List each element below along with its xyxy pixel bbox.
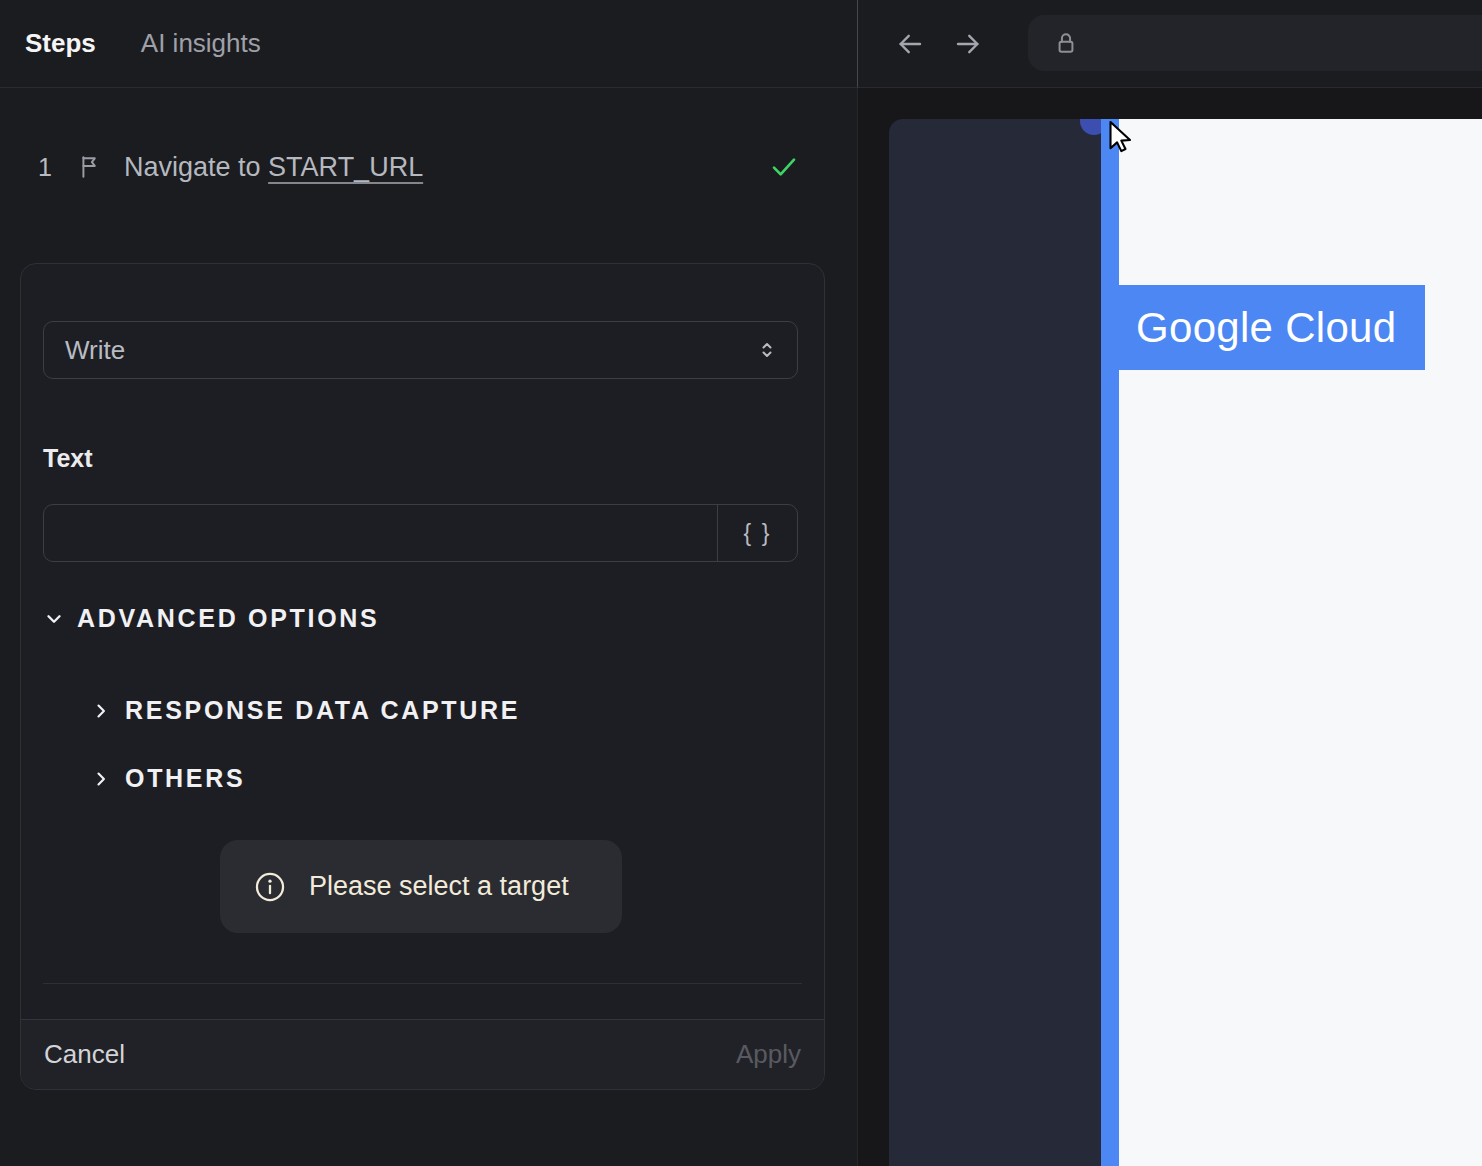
- insert-variable-button[interactable]: { }: [717, 505, 797, 561]
- chevron-updown-icon: [755, 338, 779, 362]
- tab-ai-insights[interactable]: AI insights: [141, 28, 261, 59]
- chevron-right-icon: [91, 701, 111, 721]
- check-icon: [768, 151, 800, 183]
- others-toggle[interactable]: OTHERS: [91, 764, 245, 793]
- step-number: 1: [38, 153, 70, 182]
- step-editor-card: Write Text { } ADVANCED OPTIONS RESPONSE…: [20, 263, 825, 1090]
- divider: [43, 983, 802, 984]
- flag-icon: [78, 154, 104, 180]
- notice-text: Please select a target: [309, 871, 569, 902]
- page-sidebar: [889, 119, 1101, 1166]
- action-select[interactable]: Write: [43, 321, 798, 379]
- back-icon[interactable]: [895, 29, 925, 59]
- tab-steps[interactable]: Steps: [25, 28, 96, 59]
- response-data-capture-toggle[interactable]: RESPONSE DATA CAPTURE: [91, 696, 520, 725]
- text-input[interactable]: [44, 505, 717, 561]
- brand-banner-text: Google Cloud: [1136, 304, 1396, 352]
- select-target-notice: Please select a target: [220, 840, 622, 933]
- address-bar[interactable]: [1028, 15, 1482, 71]
- page-content: [1119, 119, 1482, 1166]
- step-title: Navigate to START_URL: [124, 152, 423, 183]
- step-target-link[interactable]: START_URL: [268, 152, 423, 182]
- chevron-down-icon: [43, 608, 65, 630]
- text-field-label: Text: [43, 444, 93, 473]
- steps-panel: Steps AI insights 1 Navigate to START_UR…: [0, 0, 857, 1166]
- mouse-cursor: [1103, 119, 1139, 155]
- apply-button[interactable]: Apply: [736, 1039, 801, 1070]
- brand-banner: Google Cloud: [1119, 285, 1425, 370]
- others-label: OTHERS: [125, 764, 245, 793]
- browser-panel: Google Cloud: [857, 0, 1482, 1166]
- text-input-row: { }: [43, 504, 798, 562]
- browser-toolbar: [857, 0, 1482, 88]
- lock-icon: [1052, 28, 1080, 58]
- advanced-options-toggle[interactable]: ADVANCED OPTIONS: [43, 604, 379, 633]
- step-row[interactable]: 1 Navigate to START_URL: [0, 138, 857, 196]
- cancel-button[interactable]: Cancel: [44, 1039, 125, 1070]
- left-topbar: Steps AI insights: [0, 0, 857, 88]
- forward-icon[interactable]: [953, 29, 983, 59]
- chevron-right-icon: [91, 769, 111, 789]
- selection-highlight-stripe: [1101, 119, 1119, 1166]
- advanced-options-label: ADVANCED OPTIONS: [77, 604, 379, 633]
- page-area: Google Cloud: [858, 119, 1482, 1166]
- action-select-value: Write: [65, 335, 755, 366]
- browser-viewport: Google Cloud: [857, 88, 1482, 1166]
- response-data-capture-label: RESPONSE DATA CAPTURE: [125, 696, 520, 725]
- info-icon: [253, 870, 287, 904]
- editor-footer: Cancel Apply: [21, 1019, 824, 1089]
